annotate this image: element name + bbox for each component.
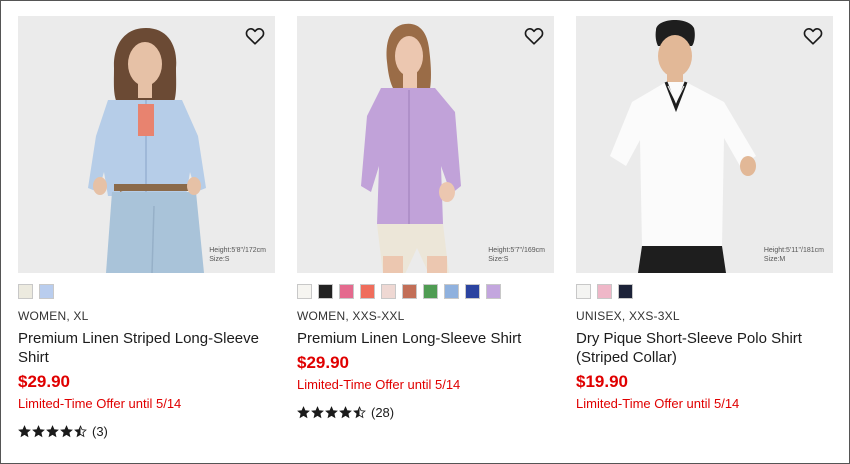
product-card[interactable]: Height:5'7"/169cm Size:S WOMEN, XXS-XXL … <box>297 16 554 420</box>
color-swatch[interactable] <box>402 284 417 299</box>
color-swatch[interactable] <box>318 284 333 299</box>
star-half-icon <box>353 405 366 418</box>
star-filled-icon <box>60 424 73 437</box>
model-size: Size:S <box>209 256 230 263</box>
color-swatch[interactable] <box>444 284 459 299</box>
color-swatch[interactable] <box>597 284 612 299</box>
color-swatches <box>576 284 833 300</box>
star-half-icon <box>74 424 87 437</box>
promo-text: Limited-Time Offer until 5/14 <box>18 396 182 411</box>
model-photo <box>297 16 554 273</box>
star-filled-icon <box>46 424 59 437</box>
color-swatches <box>297 284 554 300</box>
star-filled-icon <box>339 405 352 418</box>
heart-outline-icon[interactable] <box>802 25 824 47</box>
product-gender-size: UNISEX, XXS-3XL <box>576 309 680 323</box>
star-filled-icon <box>311 405 324 418</box>
color-swatch[interactable] <box>297 284 312 299</box>
star-filled-icon <box>297 405 310 418</box>
product-gender-size: WOMEN, XL <box>18 309 89 323</box>
product-gender-size: WOMEN, XXS-XXL <box>297 309 405 323</box>
product-price: $29.90 <box>18 372 70 391</box>
review-count: (3) <box>92 423 108 439</box>
rating-stars <box>297 405 366 419</box>
promo-text: Limited-Time Offer until 5/14 <box>297 377 461 392</box>
product-name[interactable]: Premium Linen Striped Long-Sleeve Shirt <box>18 329 275 367</box>
heart-outline-icon[interactable] <box>244 25 266 47</box>
model-height: Height:5'8"/172cm <box>209 247 266 254</box>
model-info: Height:5'11"/181cm Size:M <box>764 246 824 264</box>
product-card[interactable]: Height:5'8"/172cm Size:S WOMEN, XL Premi… <box>18 16 275 439</box>
color-swatch[interactable] <box>486 284 501 299</box>
color-swatch[interactable] <box>423 284 438 299</box>
product-card[interactable]: Height:5'11"/181cm Size:M UNISEX, XXS-3X… <box>576 16 833 412</box>
product-name[interactable]: Premium Linen Long-Sleeve Shirt <box>297 329 554 348</box>
color-swatch[interactable] <box>360 284 375 299</box>
color-swatch[interactable] <box>465 284 480 299</box>
star-filled-icon <box>32 424 45 437</box>
product-price: $29.90 <box>297 353 349 372</box>
model-height: Height:5'7"/169cm <box>488 247 545 254</box>
product-price: $19.90 <box>576 372 628 391</box>
model-info: Height:5'7"/169cm Size:S <box>488 246 545 264</box>
color-swatch[interactable] <box>39 284 54 299</box>
product-name[interactable]: Dry Pique Short-Sleeve Polo Shirt (Strip… <box>576 329 833 367</box>
product-grid: Height:5'8"/172cm Size:S WOMEN, XL Premi… <box>0 0 850 464</box>
product-image[interactable]: Height:5'7"/169cm Size:S <box>297 16 554 273</box>
color-swatch[interactable] <box>381 284 396 299</box>
star-filled-icon <box>325 405 338 418</box>
star-filled-icon <box>18 424 31 437</box>
color-swatch[interactable] <box>18 284 33 299</box>
model-info: Height:5'8"/172cm Size:S <box>209 246 266 264</box>
color-swatch[interactable] <box>339 284 354 299</box>
product-rating: (3) <box>18 423 275 439</box>
model-size: Size:M <box>763 256 786 263</box>
review-count: (28) <box>371 404 395 420</box>
color-swatch[interactable] <box>576 284 591 299</box>
product-rating: (28) <box>297 404 554 420</box>
product-image[interactable]: Height:5'8"/172cm Size:S <box>18 16 275 273</box>
model-photo <box>576 16 833 273</box>
model-size: Size:S <box>488 256 509 263</box>
model-photo <box>18 16 275 273</box>
color-swatches <box>18 284 275 300</box>
heart-outline-icon[interactable] <box>523 25 545 47</box>
color-swatch[interactable] <box>618 284 633 299</box>
model-height: Height:5'11"/181cm <box>763 247 824 254</box>
product-image[interactable]: Height:5'11"/181cm Size:M <box>576 16 833 273</box>
rating-stars <box>18 424 87 438</box>
promo-text: Limited-Time Offer until 5/14 <box>576 396 740 411</box>
